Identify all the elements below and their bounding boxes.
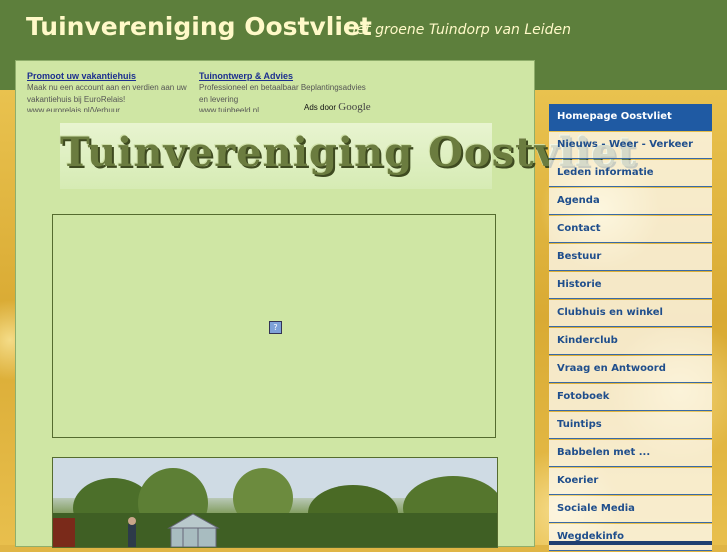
ad-text: Maak nu een account aan en verdien aan u…: [27, 83, 187, 104]
nav-item-homepage[interactable]: Homepage Oostvliet: [549, 104, 712, 131]
nav-item-babbelen[interactable]: Babbelen met ...: [549, 440, 712, 467]
nav-item-clubhuis[interactable]: Clubhuis en winkel: [549, 300, 712, 327]
ad-url[interactable]: www.eurorelais.nl/Verhuur: [27, 106, 205, 112]
nav-item-historie[interactable]: Historie: [549, 272, 712, 299]
nav-footer-bar: [549, 541, 712, 545]
nav-item-bestuur[interactable]: Bestuur: [549, 244, 712, 271]
site-title[interactable]: Tuinvereniging Oostvliet: [26, 12, 372, 41]
nav-item-agenda[interactable]: Agenda: [549, 188, 712, 215]
google-logo: Google: [338, 101, 371, 113]
ads-by-google[interactable]: Ads door Google: [304, 101, 371, 113]
ad-title-link[interactable]: Promoot uw vakantiehuis: [27, 70, 205, 82]
ads-by-label: Ads door: [304, 103, 337, 112]
site-tagline: Hét groene Tuindorp van Leiden: [346, 22, 572, 38]
logo-banner: Tuinvereniging Oostvliet: [60, 123, 638, 189]
nav-item-leden[interactable]: Leden informatie: [549, 160, 712, 187]
nav-item-vraag-antwoord[interactable]: Vraag en Antwoord: [549, 356, 712, 383]
nav-item-sociale-media[interactable]: Sociale Media: [549, 496, 712, 523]
ad-title-link[interactable]: Tuinontwerp & Advies: [199, 70, 374, 82]
broken-image-icon[interactable]: ?: [269, 321, 282, 334]
embedded-media-frame[interactable]: ?: [52, 214, 496, 438]
garden-photo-illustration: [53, 458, 497, 547]
main-navigation: Homepage Oostvliet Nieuws - Weer - Verke…: [549, 104, 712, 552]
nav-item-koerier[interactable]: Koerier: [549, 468, 712, 495]
nav-item-nieuws[interactable]: Nieuws - Weer - Verkeer: [549, 132, 712, 159]
nav-item-wegdekinfo[interactable]: Wegdekinfo: [549, 524, 712, 551]
nav-item-tuintips[interactable]: Tuintips: [549, 412, 712, 439]
nav-item-fotoboek[interactable]: Fotoboek: [549, 384, 712, 411]
nav-item-contact[interactable]: Contact: [549, 216, 712, 243]
garden-photo: [52, 457, 498, 548]
ad-unit-1: Promoot uw vakantiehuis Maak nu een acco…: [27, 70, 205, 112]
main-content: Promoot uw vakantiehuis Maak nu een acco…: [15, 60, 638, 548]
logo-text: Tuinvereniging Oostvliet: [60, 129, 638, 176]
nav-item-kinderclub[interactable]: Kinderclub: [549, 328, 712, 355]
